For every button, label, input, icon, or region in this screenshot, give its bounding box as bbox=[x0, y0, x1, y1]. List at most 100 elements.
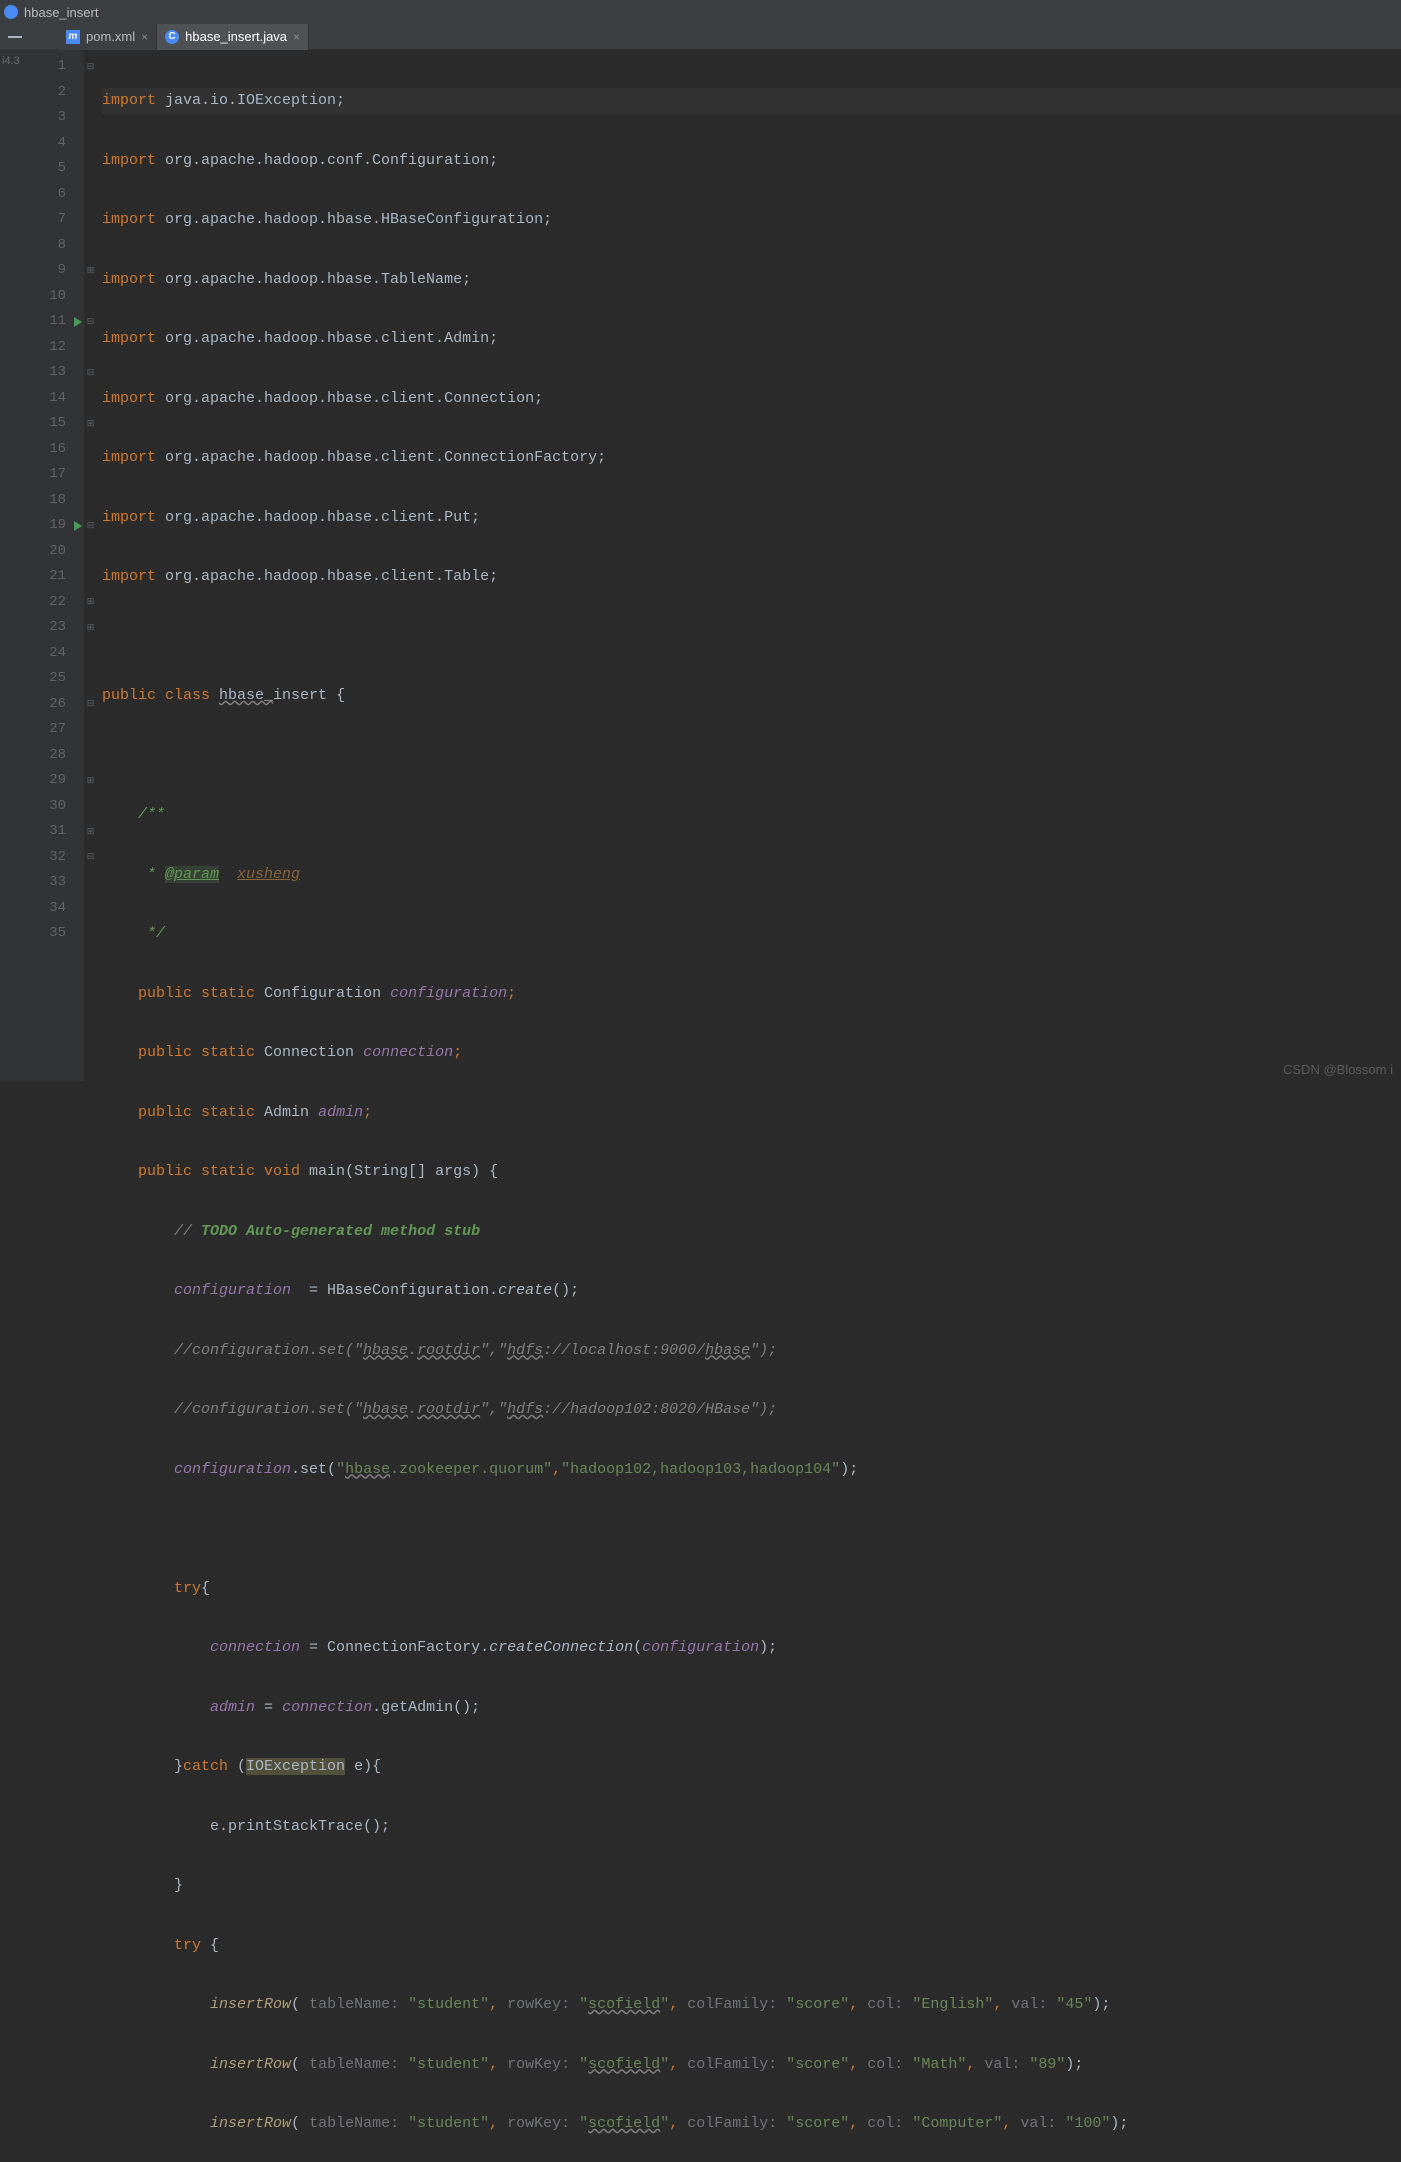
tab-pom[interactable]: m pom.xml × bbox=[58, 24, 157, 50]
close-icon[interactable]: × bbox=[141, 30, 148, 44]
line-number: 7 bbox=[24, 207, 84, 233]
fold-icon[interactable]: ⊞ bbox=[84, 615, 97, 641]
fold-icon[interactable]: ⊟ bbox=[84, 692, 97, 718]
line-number: 24 bbox=[24, 641, 84, 667]
left-gutter bbox=[0, 50, 24, 1081]
window-title: hbase_insert bbox=[24, 5, 98, 20]
code-line: public static Configuration configuratio… bbox=[102, 981, 1401, 1007]
line-number: 35 bbox=[24, 921, 84, 947]
code-line: import org.apache.hadoop.hbase.HBaseConf… bbox=[102, 207, 1401, 233]
fold-icon[interactable]: ⊟ bbox=[84, 54, 97, 80]
minimize-icon[interactable] bbox=[8, 36, 22, 38]
fold-icon[interactable]: ⊞ bbox=[84, 258, 97, 284]
code-line: import org.apache.hadoop.hbase.client.Ad… bbox=[102, 326, 1401, 352]
code-line: // TODO Auto-generated method stub bbox=[102, 1219, 1401, 1245]
fold-icon[interactable]: ⊟ bbox=[84, 309, 97, 335]
line-number: 34 bbox=[24, 896, 84, 922]
fold-icon[interactable]: ⊟ bbox=[84, 513, 97, 539]
tab-hbase-insert[interactable]: C hbase_insert.java × bbox=[157, 24, 309, 50]
code-line: insertRow( tableName: "student", rowKey:… bbox=[102, 2111, 1401, 2137]
fold-icon[interactable]: ⊟ bbox=[84, 360, 97, 386]
line-number: 27 bbox=[24, 717, 84, 743]
line-number: 30 bbox=[24, 794, 84, 820]
line-number: 10 bbox=[24, 284, 84, 310]
line-number: 17 bbox=[24, 462, 84, 488]
line-numbers: 1 2 3 4 5 6 7 8 9 10 11 12 13 14 15 16 1… bbox=[24, 50, 84, 1081]
code-line: public static Admin admin; bbox=[102, 1100, 1401, 1126]
toolbar-row: m pom.xml × C hbase_insert.java × bbox=[0, 24, 1401, 50]
code-line: //configuration.set("hbase.rootdir","hdf… bbox=[102, 1338, 1401, 1364]
line-number: 5 bbox=[24, 156, 84, 182]
code-line: insertRow( tableName: "student", rowKey:… bbox=[102, 2052, 1401, 2078]
line-number: 21 bbox=[24, 564, 84, 590]
code-line: admin = connection.getAdmin(); bbox=[102, 1695, 1401, 1721]
line-number: 2 bbox=[24, 80, 84, 106]
editor: 1 2 3 4 5 6 7 8 9 10 11 12 13 14 15 16 1… bbox=[0, 50, 1401, 1081]
line-number: 26 bbox=[24, 692, 84, 718]
line-number: 12 bbox=[24, 335, 84, 361]
code-line: import org.apache.hadoop.hbase.TableName… bbox=[102, 267, 1401, 293]
code-line: import org.apache.hadoop.hbase.client.Pu… bbox=[102, 505, 1401, 531]
line-number: 16 bbox=[24, 437, 84, 463]
line-number: 33 bbox=[24, 870, 84, 896]
code-line: import org.apache.hadoop.hbase.client.Co… bbox=[102, 445, 1401, 471]
code-line: public class hbase_insert { bbox=[102, 683, 1401, 709]
code-line: import org.apache.hadoop.hbase.client.Ta… bbox=[102, 564, 1401, 590]
line-number: 31 bbox=[24, 819, 84, 845]
line-number: 6 bbox=[24, 182, 84, 208]
fold-icon[interactable]: ⊞ bbox=[84, 819, 97, 845]
close-icon[interactable]: × bbox=[293, 30, 300, 44]
line-number: 15 bbox=[24, 411, 84, 437]
code-line: import org.apache.hadoop.hbase.client.Co… bbox=[102, 386, 1401, 412]
line-number: 32 bbox=[24, 845, 84, 871]
fold-column: ⊟ ⊞ ⊟ ⊟ ⊞ ⊟ ⊞ ⊞ ⊟ ⊞ ⊞ ⊟ bbox=[84, 50, 98, 1081]
side-label: i4.3 bbox=[2, 55, 20, 67]
line-number: 14 bbox=[24, 386, 84, 412]
line-number: 3 bbox=[24, 105, 84, 131]
code-line: }catch (IOException e){ bbox=[102, 1754, 1401, 1780]
code-line bbox=[102, 743, 1401, 769]
fold-icon[interactable]: ⊞ bbox=[84, 411, 97, 437]
code-line: configuration = HBaseConfiguration.creat… bbox=[102, 1278, 1401, 1304]
fold-icon[interactable]: ⊞ bbox=[84, 768, 97, 794]
code-line: import org.apache.hadoop.conf.Configurat… bbox=[102, 148, 1401, 174]
fold-icon[interactable]: ⊟ bbox=[84, 845, 97, 871]
line-number: 4 bbox=[24, 131, 84, 157]
line-number: 28 bbox=[24, 743, 84, 769]
code-line: connection = ConnectionFactory.createCon… bbox=[102, 1635, 1401, 1661]
editor-tabs: m pom.xml × C hbase_insert.java × bbox=[58, 24, 309, 50]
code-line: /** bbox=[102, 802, 1401, 828]
line-number: 29 bbox=[24, 768, 84, 794]
code-line: try { bbox=[102, 1933, 1401, 1959]
maven-icon: m bbox=[66, 30, 80, 44]
code-line: */ bbox=[102, 921, 1401, 947]
code-line: * @param xusheng bbox=[102, 862, 1401, 888]
code-line: e.printStackTrace(); bbox=[102, 1814, 1401, 1840]
line-number: 8 bbox=[24, 233, 84, 259]
line-number: 11 bbox=[24, 309, 84, 335]
class-icon: C bbox=[165, 30, 179, 44]
code-line: try{ bbox=[102, 1576, 1401, 1602]
fold-icon[interactable]: ⊞ bbox=[84, 590, 97, 616]
line-number: 1 bbox=[24, 54, 84, 80]
title-bar: hbase_insert bbox=[0, 0, 1401, 24]
code-line: public static Connection connection; bbox=[102, 1040, 1401, 1066]
code-line: configuration.set("hbase.zookeeper.quoru… bbox=[102, 1457, 1401, 1483]
run-icon[interactable] bbox=[74, 521, 82, 531]
code-line: insertRow( tableName: "student", rowKey:… bbox=[102, 1992, 1401, 2018]
line-number: 23 bbox=[24, 615, 84, 641]
code-line: import java.io.IOException; bbox=[102, 88, 1401, 114]
code-line: public static void main(String[] args) { bbox=[102, 1159, 1401, 1185]
code-area[interactable]: import java.io.IOException; import org.a… bbox=[98, 50, 1401, 1081]
watermark: CSDN @Blossom i bbox=[1283, 1062, 1393, 1077]
run-icon[interactable] bbox=[74, 317, 82, 327]
line-number: 22 bbox=[24, 590, 84, 616]
line-number: 9 bbox=[24, 258, 84, 284]
line-number: 19 bbox=[24, 513, 84, 539]
tab-label: pom.xml bbox=[86, 29, 135, 44]
code-line: } bbox=[102, 1873, 1401, 1899]
line-number: 18 bbox=[24, 488, 84, 514]
line-number: 20 bbox=[24, 539, 84, 565]
line-number: 13 bbox=[24, 360, 84, 386]
code-line bbox=[102, 624, 1401, 650]
